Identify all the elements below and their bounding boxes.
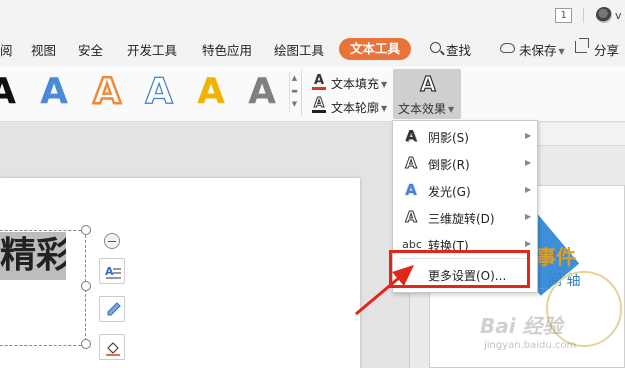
3d-rotation-icon: A [405,208,418,226]
submenu-arrow-icon: ▶ [525,185,532,194]
chevron-down-icon: ▼ [558,47,565,56]
menu-item-reflection[interactable]: A 倒影(R) ▶ [393,150,537,177]
cloud-icon[interactable] [500,43,515,53]
share-icon[interactable] [575,38,589,53]
ribbon: A A A A A A ▲ ▬ ▼ A 文本填充 ▼ A 文本轮廓 ▼ A 文本效果… [0,66,625,122]
share-button[interactable]: 分享 [594,40,619,59]
chevron-down-icon: ▼ [448,105,455,114]
tab-text-tools[interactable]: 文本工具 [339,38,411,60]
watermark-url: jingyan.baidu.com [484,340,577,351]
text-effect-icon: A [420,71,437,96]
shape-style-tool-button[interactable] [99,296,125,322]
text-style-yellow[interactable]: A [195,72,227,112]
text-fill-label: 文本填充 [331,77,380,91]
search-icon[interactable] [430,42,441,53]
gallery-scrollbar[interactable]: ▲ ▬ ▼ [289,72,299,112]
resize-handle[interactable] [81,225,91,235]
menu-item-3d-rotation[interactable]: A 三维旋转(D) ▶ [393,204,537,231]
text-effect-label: 文本效果 ▼ [398,102,455,116]
collapse-icon[interactable] [104,233,120,249]
unsaved-label: 未保存 [519,43,557,58]
menu-item-label: 发光(G) [428,185,471,199]
submenu-arrow-icon: ▶ [525,131,532,140]
unsaved-button[interactable]: 未保存 ▼ [519,40,565,59]
text-fill-icon[interactable]: A [312,74,326,90]
thumbnail-title: 事件 [536,245,576,269]
glow-icon: A [405,181,417,199]
chevron-down-icon: ▼ [381,80,388,89]
text-style-blue[interactable]: A [38,72,70,112]
text-style-blue-outline[interactable]: A [143,71,175,112]
text-selection-box[interactable] [0,230,86,346]
text-outline-button[interactable]: 文本轮廓 ▼ [331,99,387,116]
brush-icon [107,302,121,316]
fill-bucket-icon [106,342,120,356]
resize-handle[interactable] [81,281,91,291]
text-style-black[interactable]: A [0,72,18,112]
menu-item-shadow[interactable]: A 阴影(S) ▶ [393,123,537,150]
menu-item-review[interactable]: 阅 [0,40,13,59]
user-name[interactable]: v [615,9,622,22]
divider [583,8,584,23]
menu-item-drawing-tools[interactable]: 绘图工具 [274,40,324,59]
text-style-orange-outline[interactable]: A [91,70,123,113]
svg-text:A: A [105,265,114,278]
search-button[interactable]: 查找 [446,40,471,59]
scroll-up-icon[interactable]: ▲ [290,72,299,85]
text-outline-label: 文本轮廓 [331,101,380,115]
reflection-icon: A [405,154,418,172]
menu-item-security[interactable]: 安全 [78,40,103,59]
text-layout-tool-button[interactable]: A [99,258,125,284]
menu-item-label: 倒影(R) [428,158,470,172]
text-outline-icon[interactable]: A [312,97,326,113]
shape-fill-tool-button[interactable] [99,334,125,360]
title-bar: 1 v [0,0,625,32]
scroll-down-icon[interactable]: ▼ [290,98,299,111]
watermark: Bai 经验 [480,314,563,338]
text-effect-button[interactable]: A 文本效果 ▼ [393,69,461,119]
window-count-badge[interactable]: 1 [555,8,572,23]
text-fill-button[interactable]: 文本填充 ▼ [331,75,387,92]
menu-bar: 阅 视图 安全 开发工具 特色应用 绘图工具 文本工具 查找 未保存 ▼ 分享 [0,32,625,66]
chevron-down-icon: ▼ [381,104,388,113]
shadow-icon: A [405,127,417,145]
annotation-arrow-icon [355,265,414,316]
resize-handle[interactable] [81,339,91,349]
menu-item-features[interactable]: 特色应用 [202,40,252,59]
text-wrap-icon: A [105,265,121,279]
submenu-arrow-icon: ▶ [525,158,532,167]
menu-item-label: 三维旋转(D) [428,212,495,226]
text-style-gray[interactable]: A [246,72,278,112]
submenu-arrow-icon: ▶ [525,239,532,248]
more-icon[interactable]: ▬ [290,85,299,98]
menu-item-glow[interactable]: A 发光(G) ▶ [393,177,537,204]
divider [301,70,302,116]
avatar[interactable] [596,7,612,23]
menu-item-label: 阴影(S) [428,131,469,145]
menu-item-view[interactable]: 视图 [31,40,56,59]
menu-item-developer[interactable]: 开发工具 [127,40,177,59]
submenu-arrow-icon: ▶ [525,212,532,221]
